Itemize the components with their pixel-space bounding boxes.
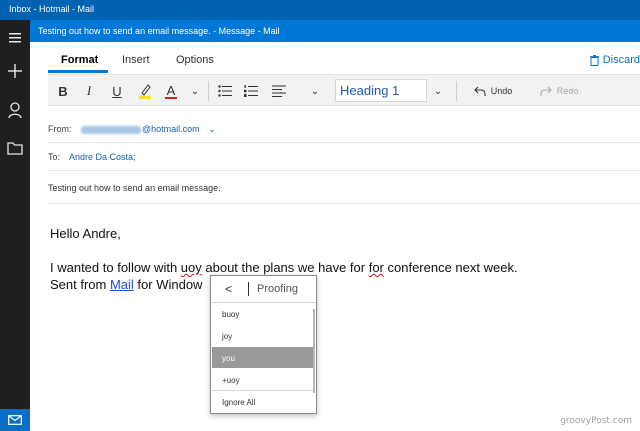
inbox-title-bar: Inbox - Hotmail - Mail	[0, 0, 640, 20]
italic-button[interactable]: I	[78, 75, 100, 107]
add-to-dictionary-item[interactable]: +uoy	[212, 369, 313, 390]
toolbar-separator	[456, 81, 457, 101]
tab-options[interactable]: Options	[176, 54, 214, 66]
watermark: groovyPost.com	[560, 416, 632, 426]
numbering-button[interactable]	[240, 75, 262, 107]
suggestion-item-selected[interactable]: you	[212, 347, 313, 368]
header-separator	[248, 282, 249, 296]
style-dropdown[interactable]: Heading 1	[335, 79, 427, 102]
to-label: To:	[48, 152, 61, 162]
compose-window: Testing out how to send an email message…	[30, 20, 640, 431]
proofing-header: < Proofing	[211, 276, 316, 303]
trash-icon	[589, 54, 599, 66]
suggestion-item[interactable]: buoy	[212, 303, 313, 324]
duplicate-word[interactable]: for	[369, 260, 384, 275]
subject-divider	[48, 203, 640, 204]
bold-button[interactable]: B	[52, 75, 74, 107]
proofing-scrollbar[interactable]	[313, 309, 315, 393]
highlighter-icon	[139, 84, 151, 99]
bullet-list-icon	[218, 85, 232, 97]
undo-arrow-icon	[473, 86, 486, 96]
font-options-chevron-icon[interactable]: ⌄	[186, 75, 204, 107]
discard-label: Discard	[602, 54, 640, 66]
body-greeting[interactable]: Hello Andre,	[50, 226, 121, 241]
accounts-person-icon[interactable]	[0, 98, 30, 122]
compose-window-title: Testing out how to send an email message…	[38, 26, 280, 36]
body-text: conference next week.	[383, 260, 518, 275]
to-row[interactable]: To: Andre Da Costa;	[48, 144, 640, 171]
align-button[interactable]	[268, 75, 290, 107]
body-text: about the plans we have for	[201, 260, 369, 275]
underline-button[interactable]: U	[106, 75, 128, 107]
active-tab-indicator	[48, 70, 108, 73]
body-text: Sent from	[50, 277, 110, 292]
folders-icon[interactable]	[0, 136, 30, 160]
redo-button[interactable]: Redo	[534, 75, 584, 107]
body-line-2[interactable]: Sent from Mail for Window	[50, 277, 202, 292]
paragraph-options-chevron-icon[interactable]: ⌄	[306, 75, 324, 107]
from-address-domain: @hotmail.com	[142, 124, 200, 134]
discard-button[interactable]: Discard	[589, 54, 640, 66]
toolbar-separator	[208, 81, 209, 101]
redo-arrow-icon	[540, 86, 552, 96]
suggestion-item[interactable]: joy	[212, 325, 313, 346]
from-chevron-down-icon: ⌄	[208, 124, 216, 134]
font-color-button[interactable]: A	[160, 75, 182, 107]
font-color-swatch	[165, 96, 177, 99]
body-text: I wanted to follow with	[50, 260, 181, 275]
mail-envelope-icon[interactable]	[0, 409, 30, 431]
proofing-title: Proofing	[257, 283, 298, 295]
highlight-button[interactable]	[134, 75, 156, 107]
redacted-username	[81, 125, 141, 134]
back-chevron-icon[interactable]: <	[225, 282, 232, 296]
misspelled-word[interactable]: uoy	[181, 260, 202, 275]
from-label: From:	[48, 124, 72, 134]
inbox-window-title: Inbox - Hotmail - Mail	[9, 4, 95, 14]
undo-button[interactable]: Undo	[468, 75, 518, 107]
subject-field[interactable]: Testing out how to send an email message…	[48, 183, 221, 193]
tab-insert[interactable]: Insert	[122, 54, 150, 66]
to-recipient[interactable]: Andre Da Costa;	[69, 152, 136, 162]
from-account-selector[interactable]: @hotmail.com ⌄	[81, 124, 216, 135]
tab-format[interactable]: Format	[61, 54, 98, 66]
from-row: From: @hotmail.com ⌄	[48, 116, 640, 143]
redo-label: Redo	[556, 86, 579, 96]
bullets-button[interactable]	[214, 75, 236, 107]
proofing-menu: < Proofing buoy joy you +uoy Ignore All	[210, 275, 317, 414]
font-color-label: A	[166, 82, 176, 98]
app-rail	[0, 0, 30, 431]
new-mail-plus-icon[interactable]	[0, 59, 30, 83]
align-left-icon	[272, 85, 286, 97]
format-toolbar: B I U A ⌄ ⌄ Heading 1 ⌄ Undo Redo	[48, 74, 640, 106]
compose-title-bar: Testing out how to send an email message…	[30, 20, 640, 42]
undo-label: Undo	[490, 86, 513, 96]
numbered-list-icon	[244, 85, 258, 97]
mail-link[interactable]: Mail	[110, 277, 134, 292]
body-line-1[interactable]: I wanted to follow with uoy about the pl…	[50, 260, 518, 275]
hamburger-menu-icon[interactable]	[0, 26, 30, 50]
ignore-all-item[interactable]: Ignore All	[212, 391, 313, 412]
ribbon-tabs: Format Insert Options Discard	[30, 42, 640, 74]
body-text: for Window	[133, 277, 203, 292]
style-dropdown-chevron-icon[interactable]: ⌄	[429, 75, 447, 107]
